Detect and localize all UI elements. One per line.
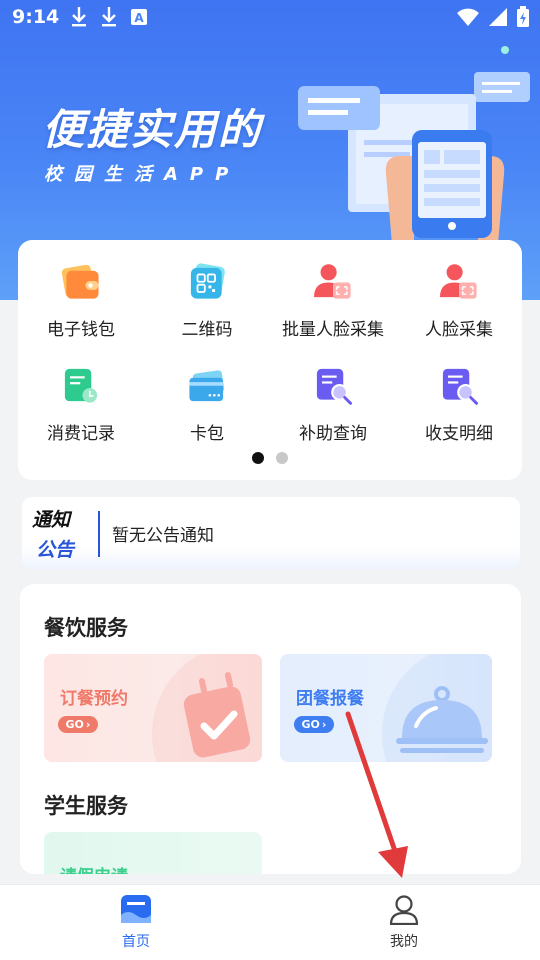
grid-item-label: 批量人脸采集 [282,320,384,340]
order-meal-card[interactable]: 订餐预约 GO › [44,654,262,762]
status-bar: 9:14 A [0,0,540,36]
chevron-right-icon: › [85,718,91,731]
wifi-icon [457,8,479,26]
group-meal-card[interactable]: 团餐报餐 GO › [280,654,492,762]
catering-section-title: 餐饮服务 [44,616,128,640]
tab-home[interactable]: 首页 [76,893,196,951]
subsidy-query-icon [316,368,353,405]
status-icons-left: A [70,6,148,28]
notice-divider [98,511,100,557]
batch-face-capture-icon [313,264,351,299]
face-capture-icon [439,264,477,299]
tab-profile-label: 我的 [390,934,418,950]
grid-item-label: 电子钱包 [47,320,115,340]
notice-badge: 通知 公告 [28,505,98,563]
text-icon: A [131,9,147,25]
grid-item-subsidy-query[interactable]: 补助查询 [270,344,396,444]
grid-item-label: 卡包 [190,424,224,444]
grid-item-label: 消费记录 [47,424,115,444]
grid-item-label: 人脸采集 [425,320,493,340]
grid-item-face-capture[interactable]: 人脸采集 [396,240,522,340]
notice-bar[interactable]: 通知 公告 暂无公告通知 [22,497,520,569]
order-meal-go-button[interactable]: GO › [58,716,98,733]
wallet-icon [61,264,99,299]
grid-item-income-expense[interactable]: 收支明细 [396,344,522,444]
download-icon [72,7,86,27]
grid-item-batch-face-capture[interactable]: 批量人脸采集 [270,240,396,340]
go-label: GO [65,718,84,731]
svg-text:A: A [134,11,144,25]
leave-request-card[interactable]: 请假申请 [44,832,262,874]
download-icon [102,7,116,27]
notice-badge-line2: 公告 [36,539,75,561]
status-time: 9:14 [12,6,60,28]
leave-request-label: 请假申请 [60,862,128,874]
chevron-right-icon: › [321,718,327,731]
food-cloche-icon [382,654,492,762]
grid-item-card-pack[interactable]: 卡包 [144,344,270,444]
notice-text: 暂无公告通知 [112,526,214,546]
grid-item-label: 补助查询 [299,424,367,444]
quick-access-grid: 电子钱包 二维码 批量人脸采集 人脸采集 消费记录 卡包 补助查询 收支明细 [18,240,522,480]
page-dot-active[interactable] [252,452,264,464]
order-meal-label: 订餐预约 [60,689,128,709]
tab-profile[interactable]: 我的 [344,893,464,951]
tab-home-label: 首页 [122,934,150,950]
grid-item-consumption-record[interactable]: 消费记录 [18,344,144,444]
page-indicator [252,452,288,464]
grid-item-qr-code[interactable]: 二维码 [144,240,270,340]
battery-charging-icon [517,6,529,27]
grid-item-wallet[interactable]: 电子钱包 [18,240,144,340]
grid-item-label: 收支明细 [425,424,493,444]
page-dot[interactable] [276,452,288,464]
profile-icon [389,895,419,925]
services-panel: 餐饮服务 订餐预约 GO› 团餐报餐 GO› 学生服务 请假申请 [20,584,521,874]
calendar-check-icon [152,654,262,762]
go-label: GO [301,718,320,731]
home-icon [121,895,151,923]
signal-icon [489,8,507,26]
student-section-title: 学生服务 [44,794,128,818]
grid-item-label: 二维码 [181,320,233,340]
status-icons-right [456,6,530,28]
notice-badge-line1: 通知 [32,509,71,531]
card-pack-icon [189,370,225,402]
banner-subtitle: 校园生活APP [44,164,241,185]
qr-code-icon [190,263,225,299]
consumption-record-icon [64,368,98,403]
group-meal-go-button[interactable]: GO › [294,716,334,733]
bottom-navigation: 首页 我的 [0,884,540,960]
phone-illustration [298,46,530,244]
banner-title: 便捷实用的 [42,105,263,154]
income-expense-icon [442,368,479,405]
group-meal-label: 团餐报餐 [296,689,364,709]
